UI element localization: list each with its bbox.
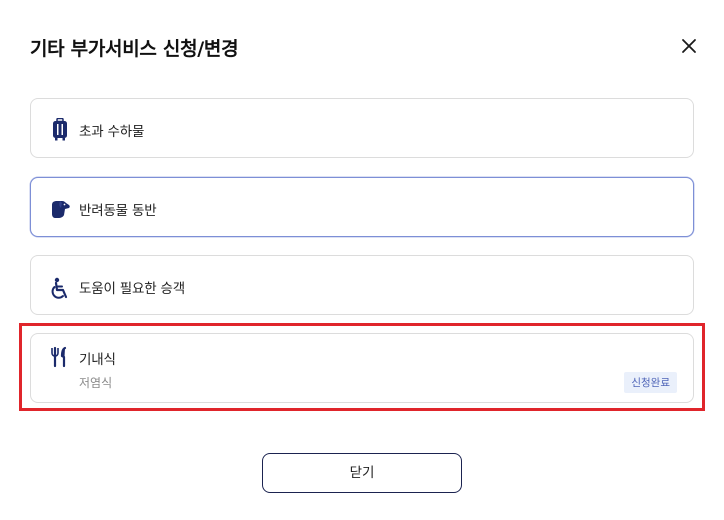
wheelchair-icon bbox=[49, 277, 71, 301]
dog-icon bbox=[49, 197, 71, 221]
service-label: 도움이 필요한 승객 bbox=[79, 281, 185, 297]
close-icon[interactable] bbox=[678, 35, 700, 57]
dialog-title: 기타 부가서비스 신청/변경 bbox=[30, 38, 239, 60]
service-card-excess-baggage[interactable]: 초과 수하물 bbox=[30, 98, 694, 158]
additional-services-dialog: 기타 부가서비스 신청/변경 초과 수하물 반려동물 동반 도움이 필요한 승객… bbox=[0, 0, 724, 520]
luggage-icon bbox=[49, 117, 71, 142]
highlight-box bbox=[19, 323, 705, 411]
service-label: 반려동물 동반 bbox=[79, 203, 157, 219]
service-card-assistance[interactable]: 도움이 필요한 승객 bbox=[30, 255, 694, 315]
close-button[interactable]: 닫기 bbox=[262, 453, 462, 493]
service-label: 초과 수하물 bbox=[79, 124, 145, 140]
service-card-pet[interactable]: 반려동물 동반 bbox=[30, 177, 694, 237]
